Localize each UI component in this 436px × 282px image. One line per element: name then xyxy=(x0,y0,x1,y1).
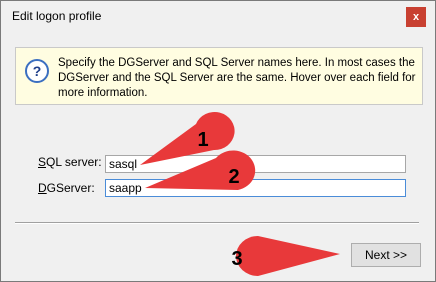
separator xyxy=(15,222,419,224)
sql-server-input[interactable]: sasql xyxy=(105,155,406,173)
window-title: Edit logon profile xyxy=(12,9,102,23)
question-mark-icon: ? xyxy=(25,59,49,83)
close-button[interactable]: x xyxy=(406,7,426,27)
info-text: Specify the DGServer and SQL Server name… xyxy=(58,57,416,99)
sql-server-label: SQL server: xyxy=(38,155,102,169)
title-bar: Edit logon profile x xyxy=(1,1,435,31)
dg-server-input[interactable]: saapp xyxy=(105,179,406,197)
dg-server-label: DGServer: xyxy=(38,181,95,195)
next-button[interactable]: Next >> xyxy=(351,243,421,267)
edit-logon-profile-dialog: Edit logon profile x ? Specify the DGSer… xyxy=(0,0,436,282)
info-panel: ? Specify the DGServer and SQL Server na… xyxy=(15,47,423,105)
